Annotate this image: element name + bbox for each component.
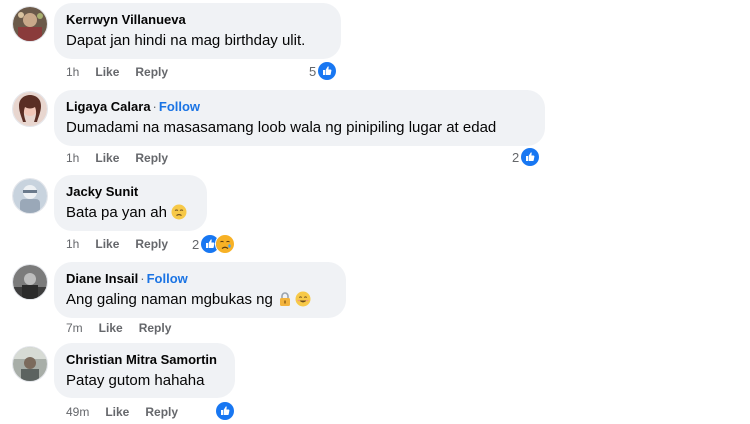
separator-dot: · — [152, 99, 157, 114]
disappointed-face-emoji — [171, 204, 187, 220]
like-reaction-icon — [520, 147, 541, 167]
like-button[interactable]: Like — [105, 405, 129, 419]
comment-bubble: Jacky Sunit Bata pa yan ah — [54, 175, 207, 231]
reply-button[interactable]: Reply — [135, 151, 168, 165]
comment-actions: 49m Like Reply — [66, 403, 194, 421]
comment-bubble: Ligaya Calara · Follow Dumadami na masasam… — [54, 90, 545, 146]
comment-timestamp[interactable]: 1h — [66, 237, 79, 251]
lock-emoji — [277, 291, 293, 307]
reaction-count: 2 — [512, 149, 520, 165]
reply-button[interactable]: Reply — [135, 237, 168, 251]
commenter-name[interactable]: Jacky Sunit — [66, 184, 138, 199]
follow-button[interactable]: Follow — [147, 271, 188, 286]
like-button[interactable]: Like — [95, 151, 119, 165]
reaction-summary[interactable]: 2 — [512, 147, 541, 167]
comment-bubble: Diane Insail · Follow Ang galing naman mgb… — [54, 262, 346, 318]
comment-actions: 1h Like Reply — [66, 235, 184, 253]
reaction-count: 5 — [309, 63, 317, 79]
avatar[interactable] — [12, 6, 48, 42]
comment-text-content: Ang galing naman mgbukas ng — [66, 291, 273, 308]
comment-timestamp[interactable]: 7m — [66, 321, 83, 335]
like-reaction-icon — [215, 401, 235, 421]
comment-actions: 1h Like Reply — [66, 63, 184, 81]
comment-timestamp[interactable]: 1h — [66, 65, 79, 79]
comment-actions: 1h Like Reply — [66, 149, 184, 167]
like-button[interactable]: Like — [99, 321, 123, 335]
comment-bubble: Kerrwyn Villanueva Dapat jan hindi na ma… — [54, 3, 341, 59]
comment-text: Ang galing naman mgbukas ng — [66, 290, 334, 310]
comment-actions: 7m Like Reply — [66, 319, 187, 337]
avatar[interactable] — [12, 346, 48, 382]
sad-reaction-icon — [215, 234, 236, 254]
reply-button[interactable]: Reply — [135, 65, 168, 79]
avatar[interactable] — [12, 91, 48, 127]
like-button[interactable]: Like — [95, 237, 119, 251]
comment-text: Patay gutom hahaha — [66, 372, 205, 389]
comment-text: Dapat jan hindi na mag birthday ulit. — [66, 32, 306, 49]
avatar[interactable] — [12, 178, 48, 214]
reply-button[interactable]: Reply — [145, 405, 178, 419]
reaction-summary[interactable]: 5 — [309, 61, 338, 81]
comment-bubble: Christian Mitra Samortin Patay gutom hah… — [54, 343, 235, 398]
commenter-name[interactable]: Kerrwyn Villanueva — [66, 12, 186, 27]
comment-text-content: Bata pa yan ah — [66, 204, 167, 221]
reply-button[interactable]: Reply — [139, 321, 172, 335]
separator-dot: · — [140, 271, 145, 286]
like-button[interactable]: Like — [95, 65, 119, 79]
comment-text: Bata pa yan ah — [66, 203, 195, 223]
commenter-name[interactable]: Ligaya Calara — [66, 99, 151, 114]
like-reaction-icon — [317, 61, 338, 81]
comment-timestamp[interactable]: 1h — [66, 151, 79, 165]
reaction-summary[interactable]: 2 — [192, 234, 236, 254]
comment-timestamp[interactable]: 49m — [66, 405, 89, 419]
avatar[interactable] — [12, 264, 48, 300]
smiling-face-emoji — [295, 291, 311, 307]
reaction-summary[interactable] — [215, 401, 235, 421]
commenter-name[interactable]: Christian Mitra Samortin — [66, 352, 217, 367]
comment-text: Dumadami na masasamang loob wala ng pini… — [66, 119, 497, 136]
commenter-name[interactable]: Diane Insail — [66, 271, 138, 286]
reaction-count: 2 — [192, 236, 200, 252]
follow-button[interactable]: Follow — [159, 99, 200, 114]
